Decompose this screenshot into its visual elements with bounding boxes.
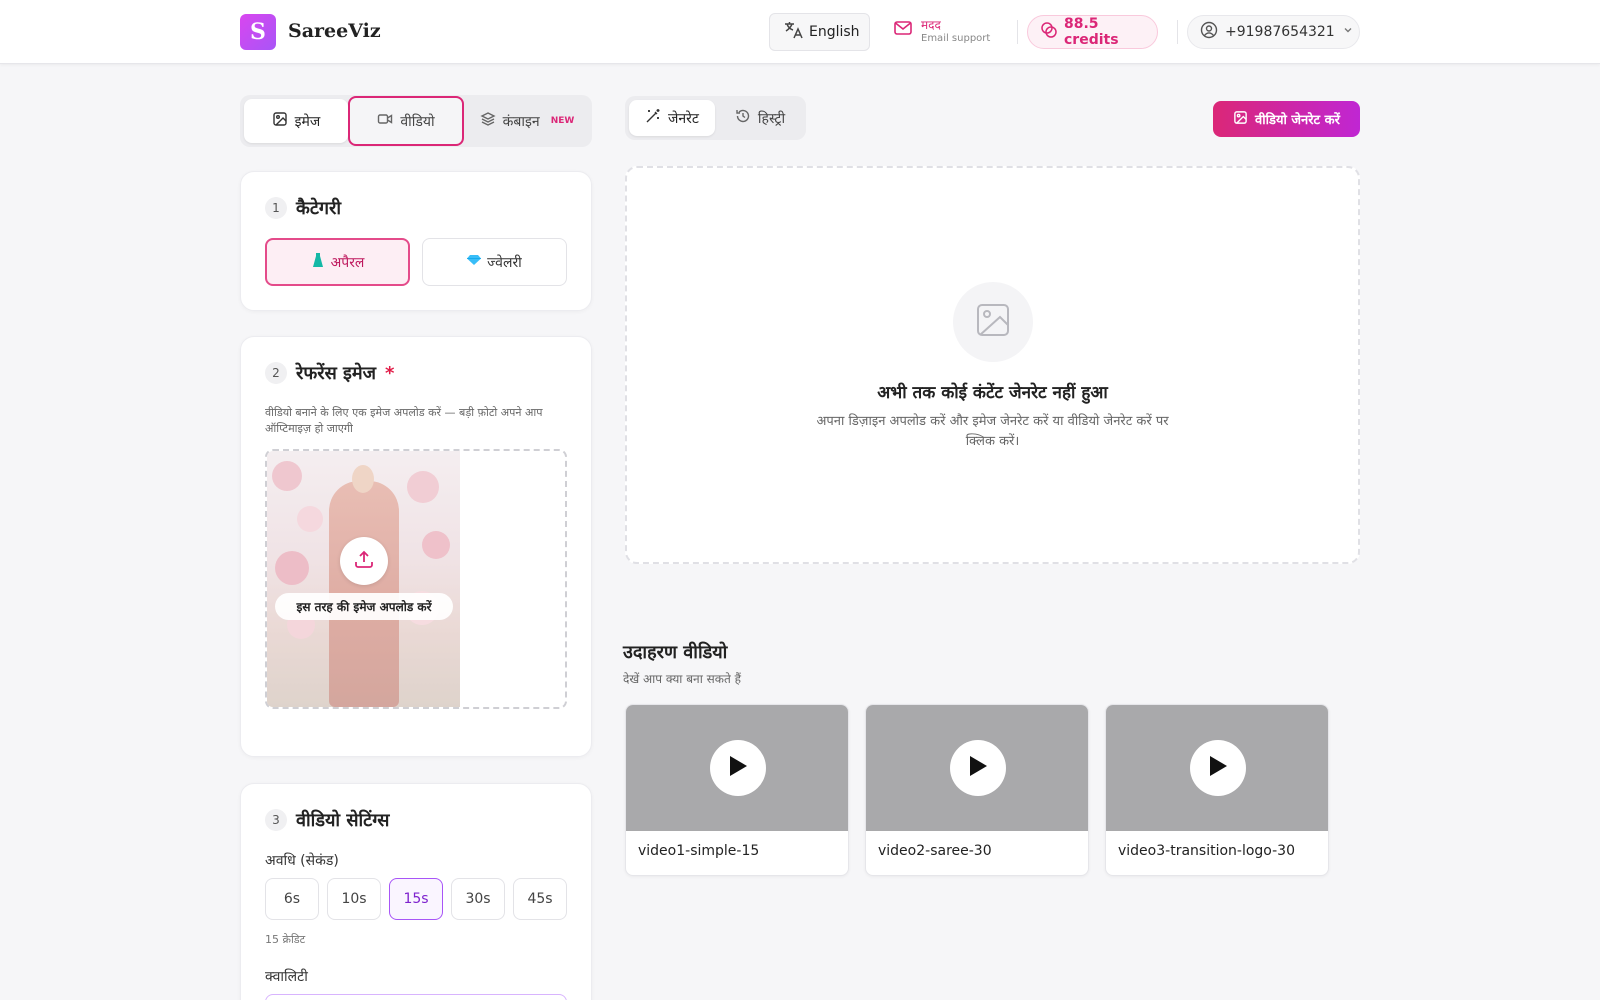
translate-icon [783, 20, 803, 44]
play-button[interactable] [710, 740, 766, 796]
category-jewelry-button[interactable]: ज्वेलरी [422, 238, 567, 286]
quality-select[interactable] [265, 994, 567, 1000]
output-panel: अभी तक कोई कंटेंट जेनरेट नहीं हुआ अपना ड… [625, 166, 1360, 564]
video-name: video3-transition-logo-30 [1118, 843, 1295, 859]
user-phone: +91987654321 [1225, 24, 1335, 40]
upload-icon [353, 548, 375, 574]
video-icon [377, 111, 393, 131]
user-menu-button[interactable]: +91987654321 [1187, 15, 1360, 49]
play-icon [727, 754, 749, 782]
gem-icon [467, 254, 482, 270]
category-jewelry-label: ज्वेलरी [487, 254, 522, 271]
sample-saree-image: इस तरह की इमेज अपलोड करें [267, 451, 460, 707]
user-icon [1200, 21, 1218, 43]
reference-title: रेफरेंस इमेज [296, 363, 376, 384]
help-title: मदद [921, 18, 941, 32]
examples-subtitle: देखें आप क्या बना सकते हैं [623, 672, 741, 686]
mode-tabs: इमेज वीडियो कंबाइन NEW [240, 95, 592, 147]
settings-title: वीडियो सेटिंग्स [296, 810, 390, 831]
new-badge: NEW [550, 116, 575, 126]
category-title: कैटेगरी [296, 198, 342, 219]
category-apparel-label: अपैरल [330, 254, 365, 271]
tab-combine-label: कंबाइन [502, 113, 540, 130]
play-icon [1207, 754, 1229, 782]
duration-6s-button[interactable]: 6s [265, 878, 319, 920]
language-label: English [809, 24, 860, 40]
tab-image-label: इमेज [294, 113, 321, 130]
image-upload-dropzone[interactable]: इस तरह की इमेज अपलोड करें [265, 449, 567, 709]
video-settings-card: 3 वीडियो सेटिंग्स अवधि (सेकंड) 6s 10s 15… [240, 783, 592, 1000]
credits-badge[interactable]: 88.5 credits [1027, 15, 1158, 49]
tab-video[interactable]: वीडियो [348, 96, 464, 146]
output-tabs: जेनरेट हिस्ट्री [625, 96, 806, 140]
tab-combine[interactable]: कंबाइन NEW [466, 99, 588, 143]
duration-10s-button[interactable]: 10s [327, 878, 381, 920]
language-button[interactable]: English [769, 13, 870, 51]
upload-hint: इस तरह की इमेज अपलोड करें [275, 593, 453, 620]
divider [1017, 20, 1018, 44]
credits-value: 88.5 credits [1064, 16, 1119, 48]
dress-icon [311, 252, 325, 272]
wand-icon [645, 108, 661, 128]
play-button[interactable] [950, 740, 1006, 796]
mail-icon [893, 18, 913, 42]
video-thumbnail [1106, 705, 1328, 831]
category-header: 1 कैटेगरी [265, 196, 341, 220]
tab-image[interactable]: इमेज [244, 99, 348, 143]
generate-video-label: वीडियो जेनरेट करें [1255, 113, 1340, 128]
generate-video-button[interactable]: वीडियो जेनरेट करें [1213, 101, 1360, 137]
step-number: 1 [265, 197, 287, 219]
empty-state-description: अपना डिज़ाइन अपलोड करें और इमेज जेनरेट क… [816, 414, 1169, 449]
help-subtitle: Email support [921, 33, 991, 44]
duration-45s-button[interactable]: 45s [513, 878, 567, 920]
category-apparel-button[interactable]: अपैरल [265, 238, 410, 286]
settings-header: 3 वीडियो सेटिंग्स [265, 808, 389, 832]
divider [1177, 20, 1178, 44]
quality-label: क्वालिटी [265, 969, 308, 985]
example-video-card[interactable]: video2-saree-30 [865, 704, 1089, 876]
reference-card: 2 रेफरेंस इमेज * वीडियो बनाने के लिए एक … [240, 336, 592, 757]
example-video-card[interactable]: video3-transition-logo-30 [1105, 704, 1329, 876]
upload-button[interactable] [340, 537, 388, 585]
tab-generate[interactable]: जेनरेट [629, 100, 715, 136]
video-name: video1-simple-15 [638, 843, 760, 859]
brand-name[interactable]: SareeViz [288, 20, 381, 42]
step-number: 2 [265, 362, 287, 384]
help-link[interactable]: मदद Email support [893, 18, 990, 46]
coins-icon [1040, 21, 1058, 43]
example-video-card[interactable]: video1-simple-15 [625, 704, 849, 876]
tab-history-label: हिस्ट्री [757, 110, 786, 127]
reference-description: वीडियो बनाने के लिए एक इमेज अपलोड करें —… [265, 406, 543, 435]
empty-state-icon [953, 282, 1033, 362]
image-icon [272, 111, 288, 131]
play-button[interactable] [1190, 740, 1246, 796]
image-icon [1233, 110, 1248, 129]
duration-15s-button[interactable]: 15s [389, 878, 443, 920]
tab-generate-label: जेनरेट [668, 110, 699, 127]
logo[interactable]: S [240, 14, 276, 50]
video-thumbnail [866, 705, 1088, 831]
examples-title: उदाहरण वीडियो [623, 642, 728, 663]
credits-hint: 15 क्रेडिट [265, 933, 306, 946]
chevron-down-icon [1342, 24, 1354, 40]
video-name: video2-saree-30 [878, 843, 992, 859]
tab-history[interactable]: हिस्ट्री [717, 100, 803, 136]
duration-label: अवधि (सेकंड) [265, 853, 339, 869]
required-mark: * [385, 362, 395, 384]
step-number: 3 [265, 809, 287, 831]
category-card: 1 कैटेगरी अपैरल ज्वेलरी [240, 171, 592, 311]
reference-header: 2 रेफरेंस इमेज * [265, 361, 394, 385]
top-header: S SareeViz English मदद Email support 88.… [0, 0, 1600, 64]
tab-video-label: वीडियो [400, 113, 435, 130]
image-placeholder-icon [975, 302, 1011, 342]
video-thumbnail [626, 705, 848, 831]
empty-state-title: अभी तक कोई कंटेंट जेनरेट नहीं हुआ [877, 383, 1108, 403]
layers-icon [480, 111, 496, 131]
play-icon [967, 754, 989, 782]
history-icon [735, 108, 751, 128]
duration-30s-button[interactable]: 30s [451, 878, 505, 920]
